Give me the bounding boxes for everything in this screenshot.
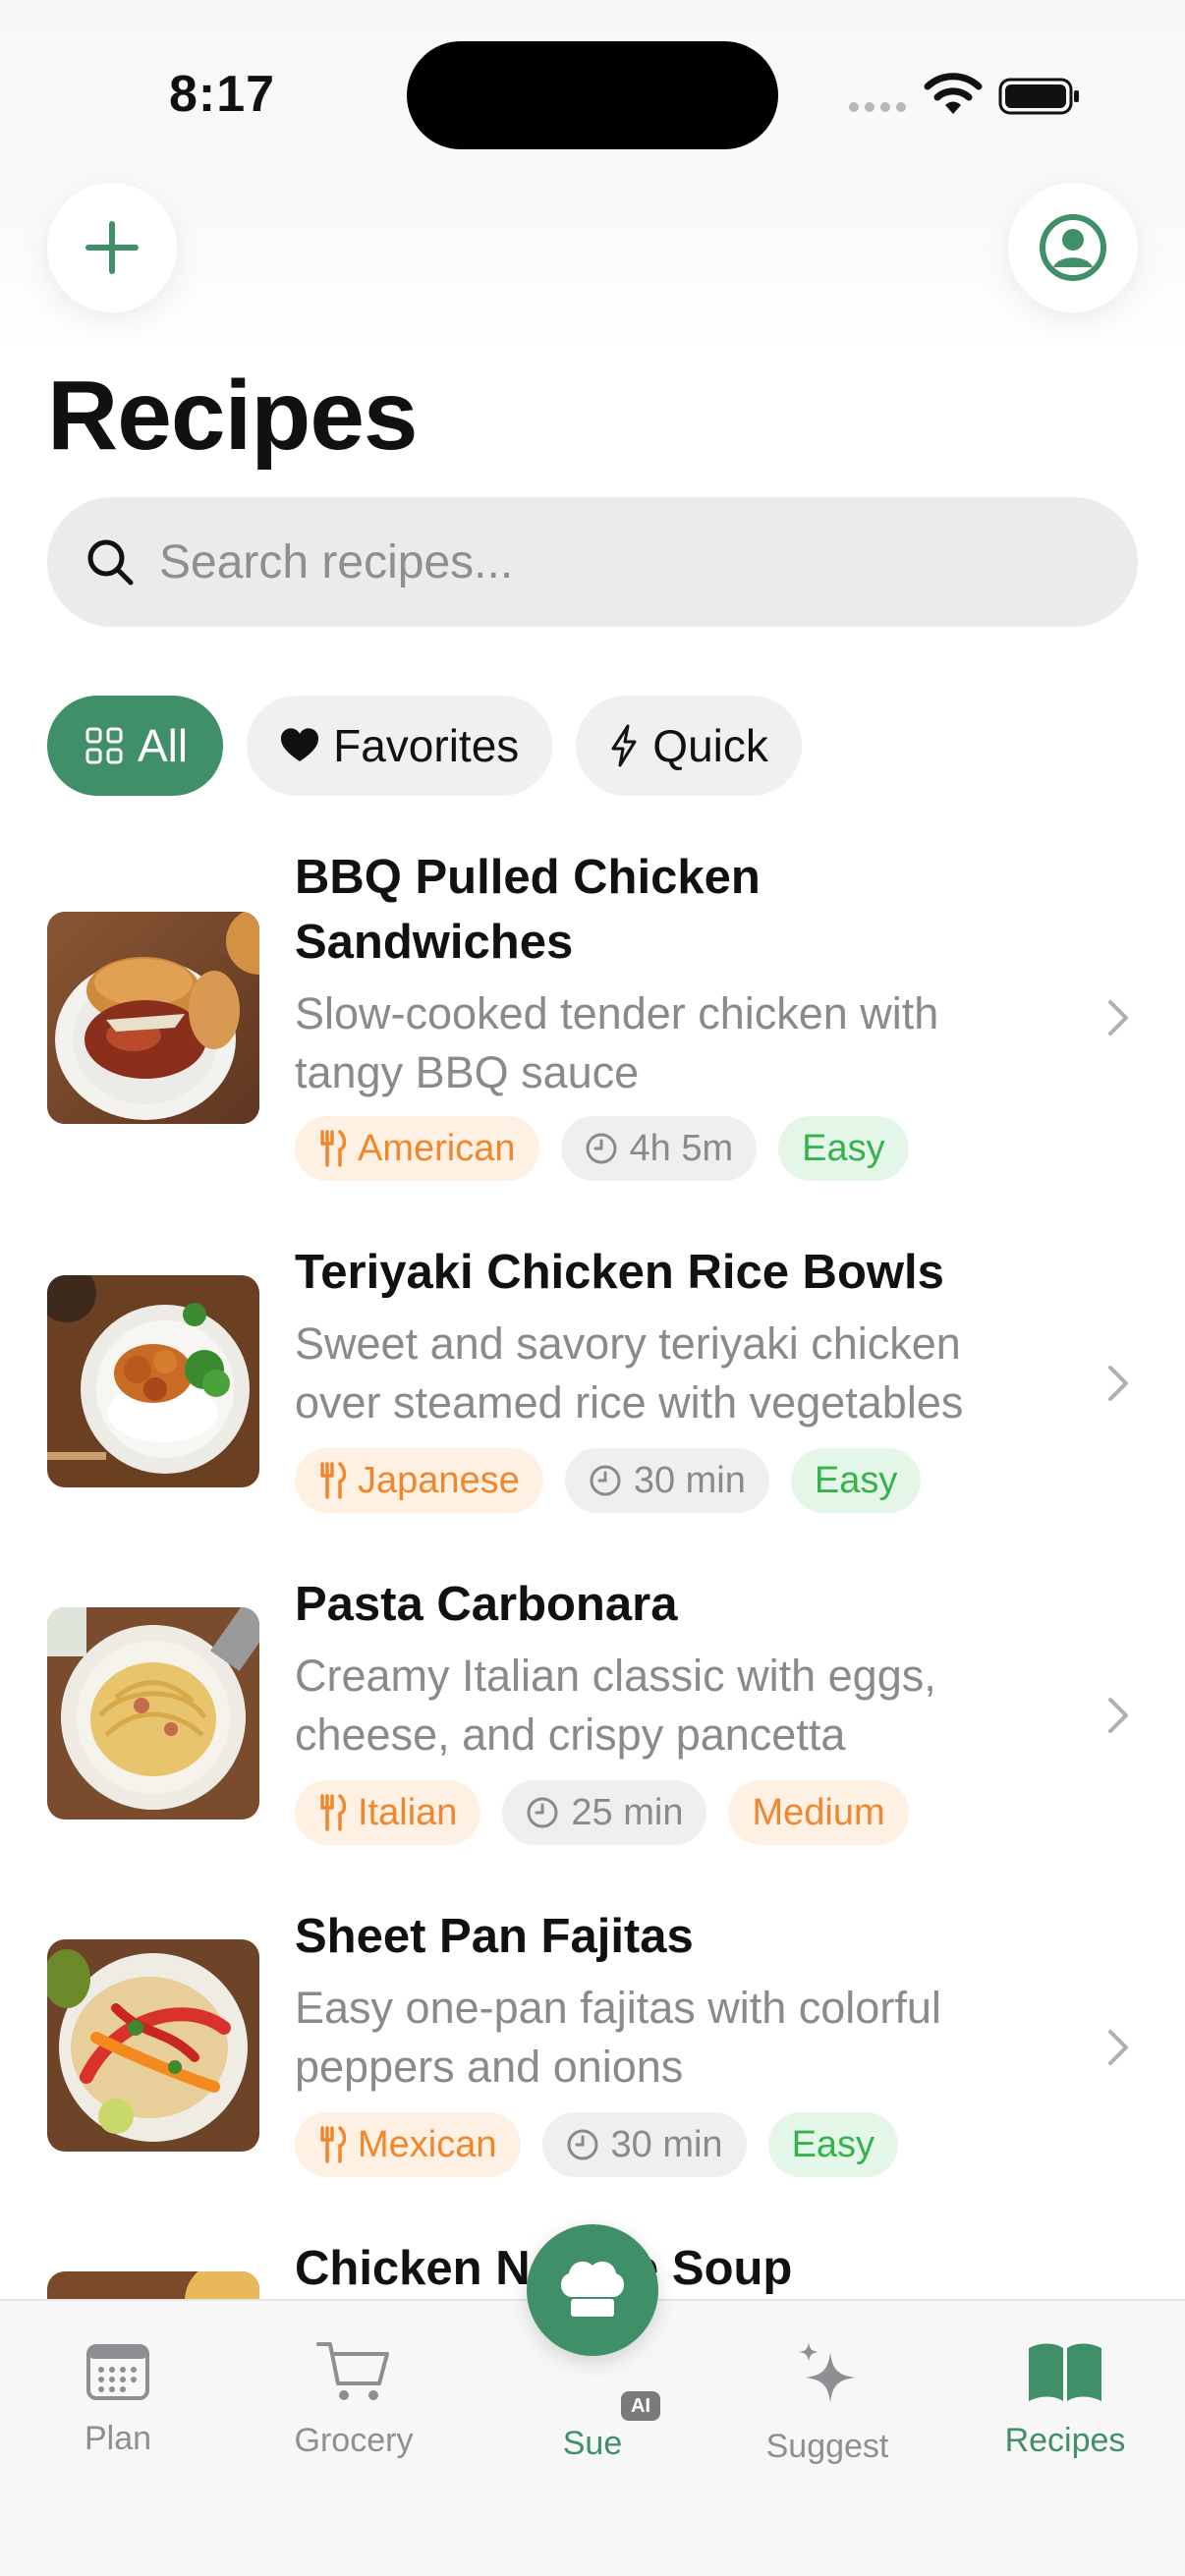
cook-time-tag: 30 min: [541, 2112, 747, 2177]
recipe-tags: Italian 25 min Medium: [295, 1780, 909, 1845]
wifi-icon: [924, 73, 983, 114]
tab-suggest-label: Suggest: [765, 2428, 889, 2465]
search-input[interactable]: [159, 534, 1044, 589]
book-open-icon: [1029, 2343, 1101, 2401]
tab-plan-label: Plan: [84, 2420, 152, 2457]
recipe-title: BBQ Pulled Chicken Sandwiches: [295, 851, 761, 969]
person-circle-icon: [1040, 214, 1106, 281]
recipe-title: Pasta Carbonara: [295, 1578, 678, 1631]
clock-icon: [590, 1465, 621, 1496]
chevron-right-icon: [1108, 1698, 1128, 1733]
page-title: Recipes: [47, 361, 419, 471]
grid-icon: [85, 727, 123, 764]
recipe-title: Teriyaki Chicken Rice Bowls: [295, 1246, 944, 1299]
chevron-right-icon: [1108, 1000, 1128, 1036]
plus-icon: [85, 221, 139, 274]
dynamic-island: [407, 41, 778, 149]
difficulty-tag: Easy: [790, 1448, 922, 1513]
clock-icon: [586, 1133, 616, 1164]
difficulty-tag: Easy: [767, 2112, 899, 2177]
filter-all-label: All: [138, 720, 189, 771]
tab-grocery[interactable]: Grocery: [255, 2340, 452, 2460]
add-recipe-button[interactable]: [47, 183, 177, 312]
recipe-row[interactable]: Sheet Pan Fajitas Easy one-pan fajitas w…: [0, 1904, 1185, 2228]
search-bar[interactable]: [47, 497, 1138, 627]
recipe-description: Creamy Italian classic with eggs, cheese,…: [295, 1651, 936, 1760]
calendar-icon: [86, 2344, 149, 2400]
tab-recipes[interactable]: Recipes: [967, 2340, 1163, 2460]
filter-quick-chip[interactable]: Quick: [576, 696, 802, 796]
recipe-image-teriyaki-bowl: [47, 1275, 259, 1487]
cuisine-tag: American: [295, 1116, 539, 1181]
sue-ai-assistant-button[interactable]: [527, 2224, 658, 2356]
difficulty-tag: Medium: [728, 1780, 909, 1845]
tab-sue-label: Sue: [562, 2425, 623, 2462]
clock-icon: [527, 1797, 558, 1828]
cook-time-tag: 25 min: [502, 1780, 707, 1845]
recipe-description: Easy one-pan fajitas with colorful pepper…: [295, 1983, 941, 2092]
clock-icon: [567, 2129, 597, 2160]
recipe-image-carbonara: [47, 1607, 259, 1820]
bolt-icon: [611, 724, 637, 767]
recipe-description: Slow-cooked tender chicken with tangy BBQ…: [295, 988, 939, 1097]
filter-quick-label: Quick: [652, 720, 768, 771]
tab-recipes-label: Recipes: [1004, 2422, 1126, 2459]
search-icon: [87, 539, 134, 586]
cuisine-tag: Italian: [295, 1780, 481, 1845]
filter-favorites-chip[interactable]: Favorites: [247, 696, 553, 796]
recipe-tags: Mexican 30 min Easy: [295, 2112, 899, 2177]
difficulty-tag: Easy: [778, 1116, 909, 1181]
recipe-image-fajitas: [47, 1939, 259, 2152]
recipe-description: Sweet and savory teriyaki chicken over st…: [295, 1318, 964, 1428]
filter-favorites-label: Favorites: [333, 720, 520, 771]
fork-knife-icon: [320, 1462, 346, 1499]
chevron-right-icon: [1108, 2030, 1128, 2065]
cellular-signal-icon: [849, 102, 906, 112]
tab-suggest[interactable]: Suggest: [729, 2340, 926, 2466]
fork-knife-icon: [320, 1794, 346, 1831]
recipe-title: Sheet Pan Fajitas: [295, 1910, 694, 1963]
chevron-right-icon: [1108, 1366, 1128, 1401]
ai-badge: AI: [621, 2391, 660, 2421]
recipe-tags: American 4h 5m Easy: [295, 1116, 909, 1181]
battery-icon: [998, 78, 1079, 115]
recipe-title: Chicken Noodle Soup: [295, 2242, 793, 2295]
cuisine-tag: Japanese: [295, 1448, 543, 1513]
cart-icon: [316, 2342, 389, 2400]
filter-all-chip[interactable]: All: [47, 696, 224, 796]
tab-plan[interactable]: Plan: [20, 2340, 216, 2458]
recipe-row[interactable]: BBQ Pulled Chicken Sandwiches Slow-cooked…: [0, 845, 1185, 1181]
recipe-tags: Japanese 30 min Easy: [295, 1448, 922, 1513]
cook-time-tag: 30 min: [564, 1448, 769, 1513]
cuisine-tag: Mexican: [295, 2112, 521, 2177]
heart-icon: [281, 728, 319, 761]
recipe-row[interactable]: Teriyaki Chicken Rice Bowls Sweet and sa…: [0, 1240, 1185, 1564]
filter-chips: All Favorites Quick: [47, 696, 802, 796]
fork-knife-icon: [320, 2126, 346, 2163]
cook-time-tag: 4h 5m: [560, 1116, 758, 1181]
fork-knife-icon: [320, 1130, 346, 1167]
recipe-row[interactable]: Pasta Carbonara Creamy Italian classic w…: [0, 1572, 1185, 1896]
status-time: 8:17: [169, 66, 276, 123]
recipe-image-bbq-sandwich: [47, 912, 259, 1124]
profile-button[interactable]: [1008, 183, 1138, 312]
tab-grocery-label: Grocery: [294, 2422, 414, 2459]
sparkles-icon: [799, 2342, 856, 2403]
chef-hat-icon: [560, 2261, 625, 2317]
